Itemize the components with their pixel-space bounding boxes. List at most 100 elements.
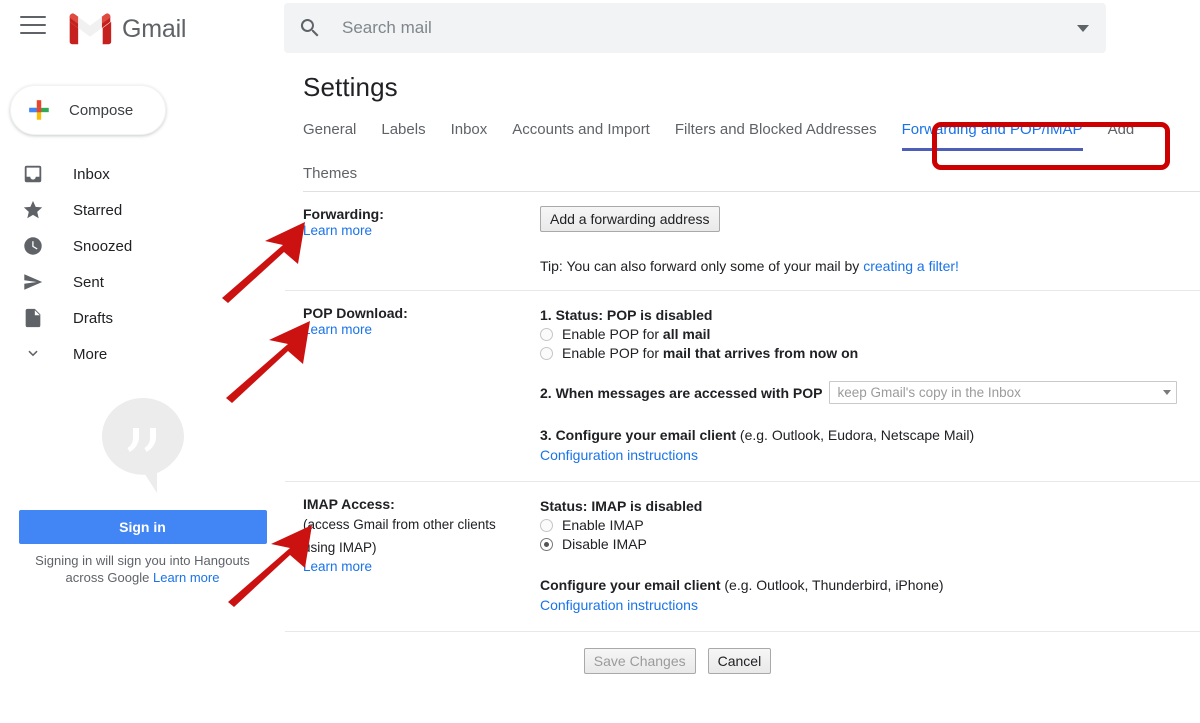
sidebar-item-label: Snoozed: [73, 238, 132, 255]
search-bar[interactable]: [284, 3, 1106, 53]
creating-a-filter-link[interactable]: creating a filter!: [863, 258, 959, 274]
forwarding-content: Add a forwarding address Tip: You can al…: [535, 192, 1200, 290]
tab-accounts-and-import[interactable]: Accounts and Import: [512, 117, 650, 148]
sidebar-item-label: Inbox: [73, 166, 110, 183]
gmail-settings-screen: Gmail Compose: [0, 0, 1200, 723]
pop-message-action-select[interactable]: keep Gmail's copy in the Inbox: [829, 381, 1177, 404]
imap-title: IMAP Access:: [303, 496, 523, 512]
pop-option-from-now-on-bold: mail that arrives from now on: [663, 345, 858, 361]
chevron-down-icon: [1163, 390, 1171, 395]
section-imap-access: IMAP Access: (access Gmail from other cl…: [285, 482, 1200, 632]
imap-learn-more-link[interactable]: Learn more: [303, 559, 372, 574]
settings-main-pane: Settings General Labels Inbox Accounts a…: [285, 56, 1200, 723]
add-forwarding-address-button[interactable]: Add a forwarding address: [540, 206, 720, 232]
hamburger-line: [20, 24, 46, 26]
section-pop-download: POP Download: Learn more 1. Status: POP …: [285, 291, 1200, 482]
tabs-divider: [303, 191, 1200, 192]
tab-inbox[interactable]: Inbox: [451, 117, 488, 148]
pop-step2-label: 2. When messages are accessed with POP: [540, 385, 822, 401]
sidebar-item-label: Drafts: [73, 310, 113, 327]
sidebar-item-snoozed[interactable]: Snoozed: [0, 228, 260, 264]
sidebar-item-starred[interactable]: Starred: [0, 192, 260, 228]
pop-option-from-now-on[interactable]: Enable POP for mail that arrives from no…: [540, 345, 1188, 361]
imap-configure: Configure your email client (e.g. Outloo…: [540, 574, 1188, 597]
pop-learn-more-link[interactable]: Learn more: [303, 322, 372, 337]
search-options-button[interactable]: [1060, 3, 1106, 53]
hangouts-learn-more-link[interactable]: Learn more: [153, 570, 219, 585]
pop-content: 1. Status: POP is disabled Enable POP fo…: [535, 291, 1200, 481]
radio-button-selected[interactable]: [540, 538, 553, 551]
inbox-icon: [22, 163, 44, 185]
pop-message-action-value: keep Gmail's copy in the Inbox: [837, 385, 1020, 400]
tab-labels[interactable]: Labels: [381, 117, 425, 148]
hangouts-signin-button[interactable]: Sign in: [19, 510, 267, 544]
forwarding-tip-text: Tip: You can also forward only some of y…: [540, 258, 863, 274]
imap-subtitle-line2: using IMAP): [303, 537, 523, 558]
gmail-logo[interactable]: Gmail: [68, 8, 186, 50]
search-icon: [298, 16, 322, 40]
tab-filters-and-blocked-addresses[interactable]: Filters and Blocked Addresses: [675, 117, 877, 148]
clock-icon: [22, 235, 44, 257]
save-changes-button[interactable]: Save Changes: [584, 648, 696, 674]
settings-sections: Forwarding: Learn more Add a forwarding …: [285, 192, 1200, 684]
sidebar-item-drafts[interactable]: Drafts: [0, 300, 260, 336]
search-input[interactable]: [340, 17, 1060, 39]
compose-button[interactable]: Compose: [10, 85, 166, 135]
sidebar-item-label: Starred: [73, 202, 122, 219]
cancel-button[interactable]: Cancel: [708, 648, 772, 674]
radio-button[interactable]: [540, 519, 553, 532]
imap-option-enable-label: Enable IMAP: [562, 517, 644, 533]
settings-tabs: General Labels Inbox Accounts and Import…: [285, 103, 1200, 192]
sidebar: Compose Inbox Starred Snoozed: [0, 56, 285, 723]
hamburger-menu-icon[interactable]: [20, 16, 46, 38]
sidebar-item-sent[interactable]: Sent: [0, 264, 260, 300]
sidebar-item-label: Sent: [73, 274, 104, 291]
imap-configuration-instructions-link[interactable]: Configuration instructions: [540, 597, 698, 613]
pop-title: POP Download:: [303, 305, 523, 321]
tab-themes[interactable]: Themes: [303, 161, 1175, 192]
page-title: Settings: [285, 56, 1200, 103]
imap-configure-rest: (e.g. Outlook, Thunderbird, iPhone): [720, 577, 943, 593]
sidebar-item-inbox[interactable]: Inbox: [0, 156, 260, 192]
gmail-logo-icon: [68, 12, 112, 46]
forwarding-label-column: Forwarding: Learn more: [285, 192, 535, 290]
hangouts-panel: Sign in Signing in will sign you into Ha…: [0, 396, 285, 586]
settings-footer-actions: Save Changes Cancel: [285, 632, 1200, 684]
pop-step3: 3. Configure your email client (e.g. Out…: [540, 424, 1188, 447]
pop-option-all-mail[interactable]: Enable POP for all mail: [540, 326, 1188, 342]
forwarding-title: Forwarding:: [303, 206, 523, 222]
pop-option-all-mail-bold: all mail: [663, 326, 710, 342]
chevron-down-icon: [1077, 25, 1089, 32]
imap-content: Status: IMAP is disabled Enable IMAP Dis…: [535, 482, 1200, 631]
hangouts-icon: [97, 396, 189, 496]
pop-option-all-mail-prefix: Enable POP for: [562, 326, 663, 342]
send-icon: [22, 271, 44, 293]
sidebar-nav-list: Inbox Starred Snoozed Sent: [0, 156, 260, 372]
sidebar-item-more[interactable]: More: [0, 336, 260, 372]
imap-subtitle-line1: (access Gmail from other clients: [303, 514, 523, 535]
imap-option-disable[interactable]: Disable IMAP: [540, 536, 1188, 552]
chevron-down-icon: [22, 343, 44, 365]
hangouts-note-line1: Signing in will sign you into Hangouts: [35, 553, 250, 568]
star-icon: [22, 199, 44, 221]
tab-general[interactable]: General: [303, 117, 356, 148]
forwarding-tip: Tip: You can also forward only some of y…: [540, 258, 1188, 274]
pop-label-column: POP Download: Learn more: [285, 291, 535, 481]
radio-button[interactable]: [540, 347, 553, 360]
plus-icon: [26, 97, 52, 123]
hangouts-note-line2: across Google: [66, 570, 150, 585]
pop-status: 1. Status: POP is disabled: [540, 307, 1188, 323]
brand-label: Gmail: [122, 15, 186, 44]
pop-configuration-instructions-link[interactable]: Configuration instructions: [540, 447, 698, 463]
hamburger-line: [20, 16, 46, 18]
hamburger-line: [20, 32, 46, 34]
radio-button[interactable]: [540, 328, 553, 341]
tab-add-ons[interactable]: Add: [1108, 117, 1135, 148]
forwarding-learn-more-link[interactable]: Learn more: [303, 223, 372, 238]
draft-icon: [22, 307, 44, 329]
imap-option-enable[interactable]: Enable IMAP: [540, 517, 1188, 533]
pop-step3-bold: 3. Configure your email client: [540, 427, 736, 443]
imap-configure-bold: Configure your email client: [540, 577, 720, 593]
tab-forwarding-and-pop-imap[interactable]: Forwarding and POP/IMAP: [902, 117, 1083, 151]
pop-option-from-now-on-label: Enable POP for mail that arrives from no…: [562, 345, 858, 361]
